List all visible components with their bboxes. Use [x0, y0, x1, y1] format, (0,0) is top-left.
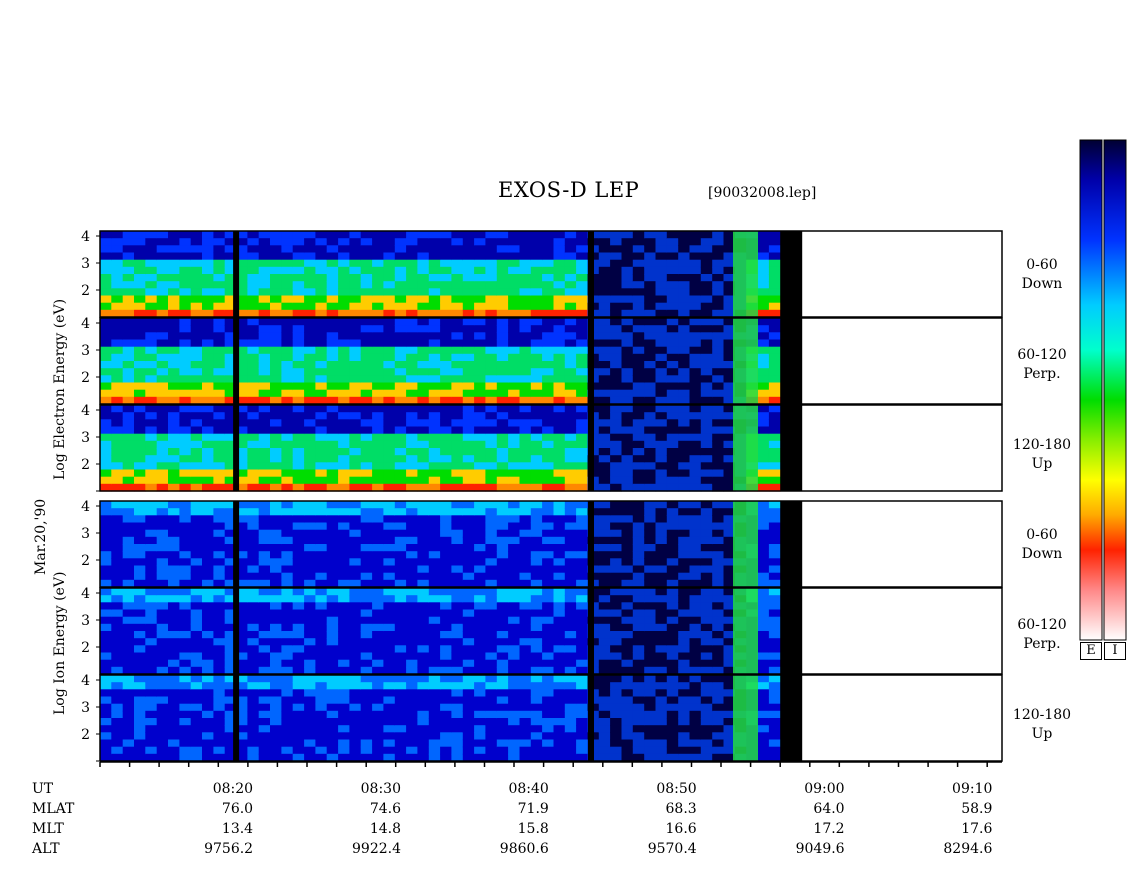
y-tick-label: 2: [81, 370, 90, 386]
row-label-alt: ALT: [31, 841, 60, 857]
tick-mlt: 14.8: [370, 821, 401, 837]
tick-ut: 09:00: [804, 781, 844, 797]
tick-mlat: 76.0: [222, 801, 253, 817]
y-tick-label: 2: [81, 727, 90, 743]
y-tick-label: 3: [81, 430, 90, 446]
row-label-ut: UT: [32, 781, 54, 797]
y-tick-label: 3: [81, 526, 90, 542]
ion-axis-label: Log Ion Energy (eV): [52, 571, 68, 715]
tick-ut: 08:20: [213, 781, 253, 797]
panel-label-electron-down: 0-60 Down: [1021, 257, 1063, 292]
tick-mlt: 16.6: [666, 821, 697, 837]
y-tick-label: 3: [81, 700, 90, 716]
panel-ion-down: [99, 500, 1003, 588]
tick-ut: 08:40: [508, 781, 548, 797]
tick-alt: 9860.6: [500, 841, 549, 857]
row-label-mlt: MLT: [32, 821, 64, 837]
panel-electron-up: [99, 404, 1003, 492]
colorbar-ion: [1103, 139, 1127, 641]
y-tick-label: 2: [81, 457, 90, 473]
row-label-mlat: MLAT: [32, 801, 75, 817]
tick-alt: 9756.2: [204, 841, 253, 857]
panel-electron-perp: [99, 317, 1003, 405]
tick-ut: 09:10: [952, 781, 992, 797]
tick-mlat: 68.3: [666, 801, 697, 817]
y-tick-label: 2: [81, 640, 90, 656]
tick-mlt: 15.8: [518, 821, 549, 837]
date-label: Mar.20,'90: [33, 498, 49, 575]
tick-mlat: 64.0: [813, 801, 844, 817]
y-tick-label: 2: [81, 553, 90, 569]
panel-label-electron-up: 120-180 Up: [1012, 437, 1072, 472]
colorbar-label-electron: E: [1080, 642, 1102, 660]
y-tick-label: 3: [81, 343, 90, 359]
electron-axis-label: Log Electron Energy (eV): [52, 298, 68, 480]
y-tick-label: 3: [81, 613, 90, 629]
y-tick-label: 4: [81, 316, 90, 332]
tick-mlat: 74.6: [370, 801, 401, 817]
tick-mlt: 17.6: [961, 821, 992, 837]
panel-label-electron-perp: 60-120 Perp.: [1017, 347, 1067, 382]
y-tick-label: 4: [81, 499, 90, 515]
y-tick-label: 2: [81, 283, 90, 299]
y-tick-label: 4: [81, 403, 90, 419]
tick-alt: 9570.4: [648, 841, 697, 857]
tick-mlt: 13.4: [222, 821, 253, 837]
y-tick-label: 3: [81, 256, 90, 272]
spectrogram-chart: 4 3 2 4 3 2 4 3 2 4 3 2 4 3 2 4 3 2 UT MLAT MLT ALT 08:20 76.0 1…: [31, 139, 1127, 857]
tick-alt: 9922.4: [352, 841, 401, 857]
y-tick-label: 4: [81, 229, 90, 245]
y-tick-label: 4: [81, 586, 90, 602]
colorbar-electron: [1079, 139, 1103, 641]
tick-mlt: 17.2: [813, 821, 844, 837]
panel-electron-down: [99, 230, 1003, 318]
tick-alt: 8294.6: [943, 841, 992, 857]
y-tick-label: 4: [81, 673, 90, 689]
colorbar-label-ion: I: [1104, 642, 1126, 660]
tick-ut: 08:30: [361, 781, 401, 797]
panel-label-ion-up: 120-180 Up: [1012, 707, 1072, 742]
panel-ion-up: [99, 674, 1003, 762]
tick-mlat: 71.9: [518, 801, 549, 817]
panel-label-ion-perp: 60-120 Perp.: [1017, 617, 1067, 652]
tick-mlat: 58.9: [961, 801, 992, 817]
panel-label-ion-down: 0-60 Down: [1021, 527, 1063, 562]
tick-alt: 9049.6: [796, 841, 845, 857]
panel-ion-perp: [99, 587, 1003, 675]
tick-ut: 08:50: [656, 781, 696, 797]
